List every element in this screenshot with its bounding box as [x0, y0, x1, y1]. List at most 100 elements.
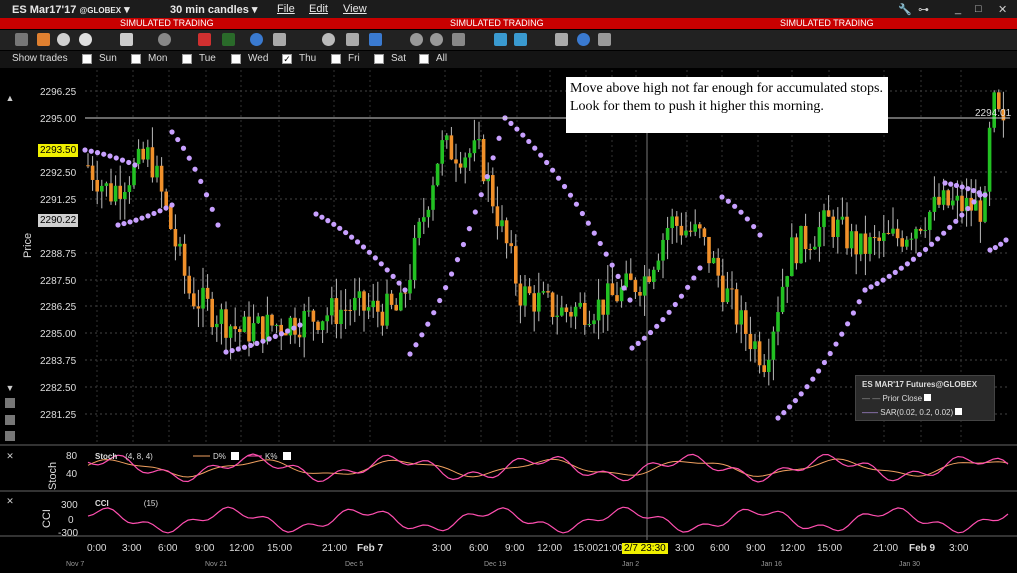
candle-body — [868, 237, 872, 254]
candle-body — [380, 311, 385, 326]
menu-view[interactable]: View — [343, 3, 367, 15]
sar-dot — [139, 215, 145, 221]
candle-body — [454, 159, 458, 164]
price-tick-label: 2283.75 — [40, 356, 77, 367]
candle-body — [445, 135, 449, 141]
candle-body — [146, 147, 150, 160]
wrench-icon[interactable]: 🔧 — [898, 3, 912, 16]
candle-body — [251, 323, 256, 342]
day-wed: Wed — [248, 53, 269, 64]
candle-body — [247, 316, 251, 342]
sar-dot — [331, 221, 337, 227]
overview-label: Dec 19 — [484, 561, 507, 568]
candle-body — [707, 236, 711, 264]
sar-dot — [738, 209, 744, 215]
candle-body — [748, 333, 753, 350]
collapse-up-icon[interactable]: ▲ — [5, 93, 15, 103]
maximize-icon[interactable]: □ — [975, 3, 982, 15]
candle-body — [366, 307, 371, 311]
menu-file[interactable]: File — [277, 3, 295, 15]
candle-body — [150, 147, 155, 178]
crop-icon[interactable] — [452, 33, 465, 46]
checkbox-fri[interactable] — [331, 54, 341, 64]
bars-icon[interactable] — [222, 33, 235, 46]
candle-body — [808, 249, 812, 251]
sar-dot — [792, 397, 799, 404]
sar-dot — [448, 271, 455, 277]
time-label: 12:00 — [229, 543, 255, 554]
sar-dot — [916, 251, 923, 258]
layout-grid-icon[interactable] — [120, 33, 133, 46]
close-stoch-icon[interactable]: ✕ — [5, 451, 15, 461]
checkbox-sun[interactable] — [82, 54, 92, 64]
price-chart[interactable]: 2296.25 2295.00 2292.50 2291.25 2288.75 2287.… — [0, 68, 1017, 540]
cursor-select-icon[interactable] — [555, 33, 568, 46]
side-panel-icon-2[interactable] — [5, 415, 15, 425]
sar-dot — [157, 208, 163, 214]
sar-dot — [186, 155, 192, 161]
arrow-tool-icon[interactable] — [37, 33, 50, 46]
checkbox-mon[interactable] — [131, 54, 141, 64]
sar-dot — [82, 147, 88, 153]
trend-line-icon[interactable] — [369, 33, 382, 46]
checkbox-all[interactable] — [419, 54, 429, 64]
stoch-d-label: D% — [213, 452, 226, 461]
price-label-icon[interactable] — [514, 33, 527, 46]
arrows-icon[interactable] — [273, 33, 286, 46]
time-label: 3:00 — [122, 543, 142, 554]
search-icon[interactable] — [158, 33, 171, 46]
close-icon[interactable]: ✕ — [998, 3, 1007, 16]
refresh-icon[interactable] — [577, 33, 590, 46]
candle-body — [583, 302, 587, 325]
candle-body — [136, 148, 141, 165]
price-tick-label: 2287.50 — [40, 276, 77, 287]
day-sun: Sun — [99, 53, 117, 64]
sar-dot — [460, 241, 467, 248]
undo-icon[interactable] — [250, 33, 263, 46]
annotation-note[interactable]: Move above high not far enough for accum… — [566, 77, 888, 133]
sar-dot — [953, 182, 960, 189]
candle-body — [104, 183, 109, 186]
sar-dot — [390, 273, 396, 279]
redo-icon[interactable] — [322, 33, 335, 46]
candle-body — [196, 306, 201, 309]
stoch-k-line — [87, 453, 1009, 483]
cursor-icon[interactable] — [15, 33, 28, 46]
candle-body — [744, 310, 748, 334]
side-panel-icon-3[interactable] — [5, 431, 15, 441]
minimize-icon[interactable]: _ — [955, 3, 961, 15]
sar-dot — [691, 275, 697, 281]
overview-label: Jan 16 — [761, 561, 783, 568]
sar-dot — [641, 335, 647, 341]
candle-body — [385, 293, 389, 326]
candle-body — [863, 233, 868, 254]
list-icon[interactable] — [346, 33, 359, 46]
text-icon[interactable] — [494, 33, 507, 46]
circle-icon[interactable] — [79, 33, 92, 46]
sar-dot — [965, 205, 971, 212]
draw-line-icon[interactable] — [198, 33, 211, 46]
menu-edit[interactable]: Edit — [309, 3, 328, 15]
interval-dropdown[interactable]: 30 min candles ▾ — [170, 3, 257, 16]
close-cci-icon[interactable]: ✕ — [5, 496, 15, 506]
checkbox-thu[interactable]: ✓ — [282, 54, 292, 64]
sar-dot — [591, 230, 597, 236]
symbol-dropdown[interactable]: ES Mar17'17 @GLOBEX ▾ — [12, 3, 130, 16]
chart-type-icon[interactable] — [57, 33, 70, 46]
candle-body — [877, 237, 881, 241]
side-panel-icon-1[interactable] — [5, 398, 15, 408]
sar-dot — [133, 217, 139, 223]
zoom-in-icon[interactable] — [410, 33, 423, 46]
candle-body — [233, 326, 237, 330]
settings-icon[interactable] — [598, 33, 611, 46]
collapse-down-icon[interactable]: ▼ — [5, 383, 15, 393]
link-icon[interactable]: ⊶ — [918, 3, 929, 16]
sar-dot — [198, 178, 204, 185]
checkbox-tue[interactable] — [182, 54, 192, 64]
chart-legend[interactable]: ES MAR'17 Futures@GLOBEX — — Prior Close… — [855, 375, 995, 421]
zoom-out-icon[interactable] — [430, 33, 443, 46]
checkbox-sat[interactable] — [374, 54, 384, 64]
candle-body — [918, 228, 923, 231]
candle-body — [371, 300, 375, 308]
checkbox-wed[interactable] — [231, 54, 241, 64]
